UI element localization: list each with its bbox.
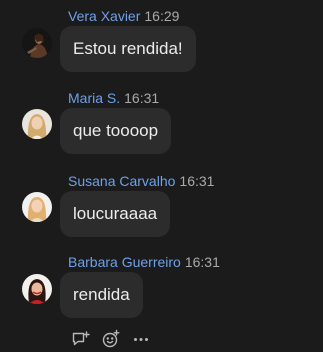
- avatar[interactable]: [22, 109, 52, 139]
- message-row: Susana Carvalho 16:31 loucuraaaa: [0, 165, 323, 245]
- sender-name[interactable]: Barbara Guerreiro: [68, 254, 181, 270]
- message-header: Barbara Guerreiro 16:31: [68, 254, 220, 270]
- message-header: Maria S. 16:31: [68, 90, 159, 106]
- avatar[interactable]: [22, 192, 52, 222]
- sender-name[interactable]: Susana Carvalho: [68, 173, 175, 189]
- sender-name[interactable]: Vera Xavier: [68, 8, 140, 24]
- reply-in-thread-icon[interactable]: [70, 328, 92, 350]
- sender-name[interactable]: Maria S.: [68, 90, 120, 106]
- message-header: Vera Xavier 16:29: [68, 8, 179, 24]
- message-header: Susana Carvalho 16:31: [68, 173, 214, 189]
- message-bubble[interactable]: Estou rendida!: [60, 26, 196, 72]
- message-bubble[interactable]: loucuraaaa: [60, 191, 171, 237]
- message-timestamp: 16:31: [184, 254, 220, 270]
- message-timestamp: 16:29: [144, 8, 180, 24]
- more-options-icon[interactable]: [130, 328, 152, 350]
- avatar[interactable]: [22, 28, 52, 58]
- message-bubble[interactable]: que toooop: [60, 108, 172, 154]
- add-reaction-icon[interactable]: [100, 328, 122, 350]
- avatar[interactable]: [22, 274, 52, 304]
- message-actions-bar: [70, 328, 160, 350]
- message-bubble[interactable]: rendida: [60, 272, 143, 318]
- message-row: Maria S. 16:31 que toooop: [0, 82, 323, 162]
- message-row: Barbara Guerreiro 16:31 rendida: [0, 248, 323, 328]
- message-row: Vera Xavier 16:29 Estou rendida!: [0, 0, 323, 80]
- message-timestamp: 16:31: [124, 90, 160, 106]
- message-timestamp: 16:31: [179, 173, 215, 189]
